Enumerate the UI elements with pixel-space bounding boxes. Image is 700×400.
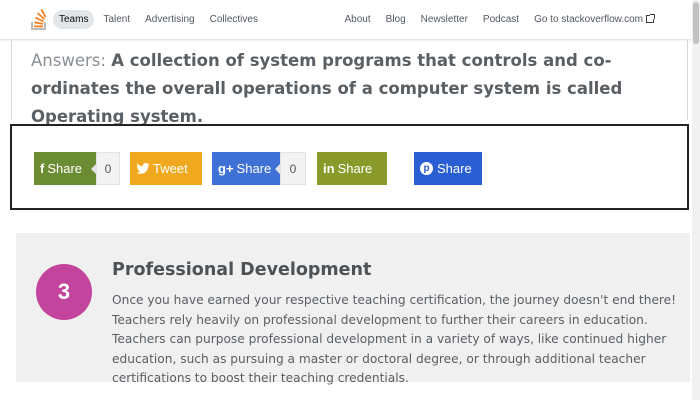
- nav-about[interactable]: About: [345, 10, 371, 29]
- nav-talent[interactable]: Talent: [97, 10, 136, 29]
- answer-paragraph: Answers: A collection of system programs…: [31, 47, 671, 131]
- external-link-label: Go to stackoverflow.com: [534, 14, 643, 25]
- nav-collectives[interactable]: Collectives: [204, 10, 264, 29]
- top-navigation-bar: Teams Talent Advertising Collectives Abo…: [0, 0, 692, 40]
- pinterest-share-label: Share: [437, 161, 472, 176]
- facebook-share-label: Share: [47, 161, 83, 176]
- nav-podcast[interactable]: Podcast: [483, 10, 519, 29]
- card-body-text: Once you have earned your respective tea…: [112, 293, 677, 385]
- card-title: Professional Development: [112, 260, 372, 280]
- twitter-bird-icon: [136, 163, 150, 174]
- scrollbar-track[interactable]: [692, 0, 700, 400]
- facebook-icon: f: [40, 161, 45, 176]
- answer-label: Answers:: [31, 51, 106, 70]
- pinterest-share-button[interactable]: p Share: [414, 152, 482, 185]
- nav-advertising[interactable]: Advertising: [139, 10, 200, 29]
- step-number-badge: 3: [36, 264, 92, 320]
- nav-go-to-stackoverflow[interactable]: Go to stackoverflow.com: [534, 10, 655, 29]
- facebook-share-button[interactable]: f Share: [34, 152, 96, 185]
- primary-nav: Teams Talent Advertising Collectives: [53, 10, 267, 29]
- googleplus-share-label: Share: [236, 161, 272, 176]
- googleplus-share-count: 0: [275, 152, 306, 185]
- googleplus-icon: g+: [218, 161, 234, 176]
- nav-blog[interactable]: Blog: [386, 10, 406, 29]
- external-link-icon: [646, 14, 655, 23]
- nav-teams[interactable]: Teams: [53, 10, 95, 29]
- pinterest-icon: p: [420, 162, 433, 175]
- nav-newsletter[interactable]: Newsletter: [421, 10, 468, 29]
- linkedin-share-button[interactable]: in Share: [317, 152, 387, 185]
- linkedin-share-label: Share: [337, 161, 373, 176]
- twitter-tweet-label: Tweet: [153, 161, 188, 176]
- share-buttons-box: f Share 0 Tweet g+ Share 0 in Share p Sh…: [10, 124, 689, 210]
- facebook-share-count: 0: [91, 152, 120, 185]
- googleplus-share-button[interactable]: g+ Share: [212, 152, 280, 185]
- professional-development-card: 3 Professional Development Once you have…: [16, 233, 690, 385]
- scrollbar-thumb[interactable]: [693, 2, 699, 44]
- twitter-tweet-button[interactable]: Tweet: [130, 152, 202, 185]
- secondary-nav: About Blog Newsletter Podcast Go to stac…: [330, 10, 655, 29]
- stackoverflow-logo-icon[interactable]: [30, 9, 48, 31]
- linkedin-icon: in: [323, 161, 335, 176]
- answer-text: A collection of system programs that con…: [31, 51, 623, 126]
- answer-section: Answers: A collection of system programs…: [11, 40, 688, 126]
